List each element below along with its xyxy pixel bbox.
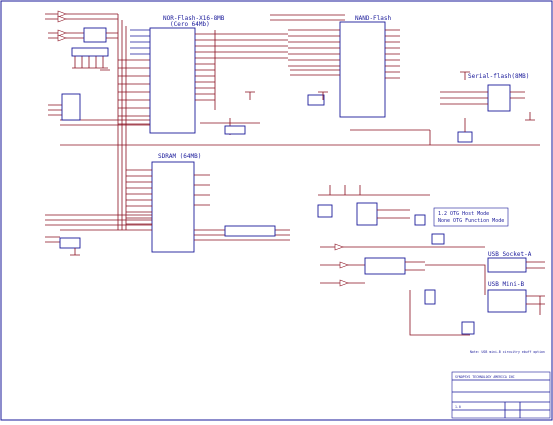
nand-flash-title: NAND-Flash	[355, 15, 392, 22]
company-name: SYNOPSYS TECHNOLOGY AMERICA INC	[455, 375, 515, 379]
usb-mode-line2: None OTG Function Mode	[438, 218, 504, 224]
serial-flash-ic	[487, 84, 511, 112]
nand-flash-ic	[339, 21, 386, 118]
nand-flash-block: NAND-Flash	[270, 14, 400, 118]
left-connectors-top	[45, 10, 67, 42]
sdram-ic	[151, 161, 195, 253]
usb-socket-a-ic	[487, 257, 527, 273]
title-block: SYNOPSYS TECHNOLOGY AMERICA INC 1.0	[451, 371, 551, 419]
sdram-block: SDRAM (64MB)	[60, 153, 290, 253]
usb-power-section	[317, 185, 430, 226]
usb-mode-note: 1.2 OTG Host Mode None OTG Function Mode	[433, 207, 509, 227]
usb-signal-lines	[320, 233, 486, 336]
usb-mini-b-block: USB Mini-B Note: USB mini-B circuitry eb…	[461, 281, 545, 354]
usb-socket-a-title: USB Socket-A	[488, 251, 532, 258]
serial-flash-title: Serial-flash(8MB)	[468, 73, 529, 80]
top-left-passives	[66, 13, 118, 69]
sdram-title: SDRAM (64MB)	[158, 153, 201, 160]
serial-flash-block: Serial-flash(8MB)	[440, 73, 529, 143]
nor-flash-block: NOR-Flash-X16-8MB (Cero 64Mb)	[130, 15, 225, 134]
address-bus-left	[117, 14, 150, 230]
schematic-canvas: NOR-Flash-X16-8MB (Cero 64Mb) NAND-Flash…	[0, 0, 553, 421]
usb-socket-a-block: USB Socket-A	[487, 251, 545, 273]
usb-mini-b-title: USB Mini-B	[488, 281, 525, 288]
revision: 1.0	[455, 405, 461, 409]
nor-flash-ic	[149, 27, 196, 134]
data-bus-top	[214, 30, 288, 110]
usb-mode-line1: 1.2 OTG Host Mode	[438, 211, 489, 217]
nor-flash-subtitle: (Cero 64Mb)	[170, 21, 210, 28]
usb-footnote: Note: USB mini-B circuitry ebuff option	[470, 350, 545, 354]
usb-mini-b-ic	[487, 289, 527, 313]
schematic-sheet: NOR-Flash-X16-8MB (Cero 64Mb) NAND-Flash…	[0, 0, 553, 421]
